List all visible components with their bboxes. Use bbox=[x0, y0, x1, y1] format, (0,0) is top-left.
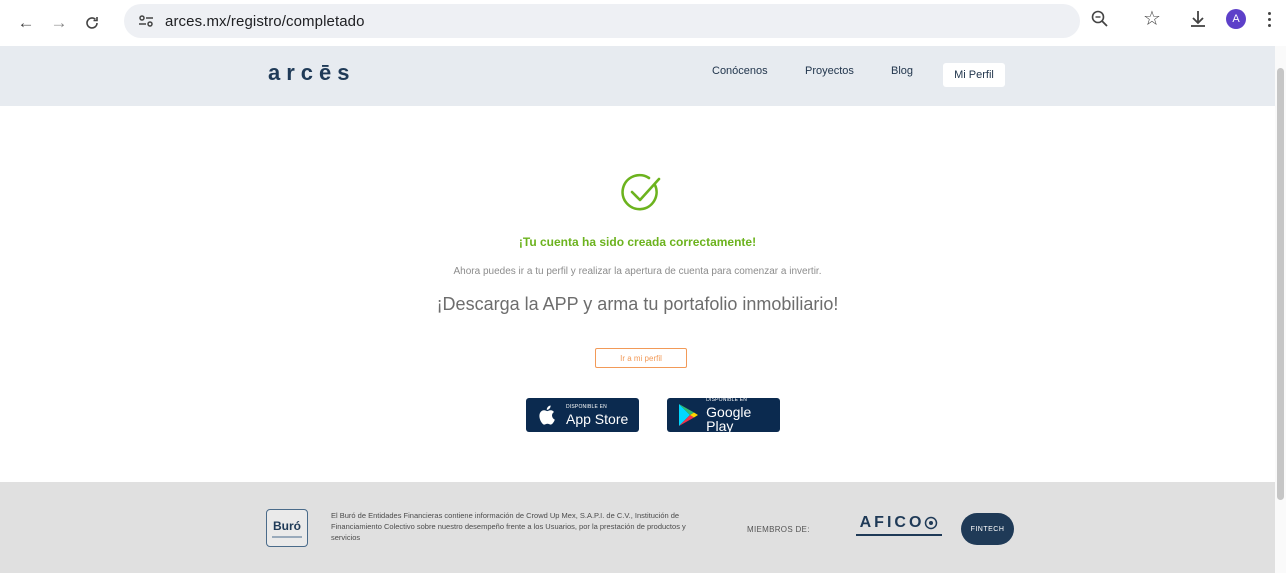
reload-icon[interactable] bbox=[77, 8, 107, 38]
zoom-icon[interactable] bbox=[1089, 8, 1111, 30]
buro-logo-line bbox=[272, 535, 302, 538]
download-icon[interactable] bbox=[1186, 7, 1210, 31]
buro-logo-label: Buró bbox=[273, 518, 301, 533]
kebab-menu-icon[interactable] bbox=[1262, 8, 1276, 30]
site-logo[interactable]: arcēs bbox=[268, 60, 356, 86]
miembros-label: MIEMBROS DE: bbox=[747, 525, 810, 534]
google-play-big-label: Google Play bbox=[706, 403, 752, 434]
fintech-logo[interactable]: FINTECH bbox=[961, 513, 1014, 545]
bookmark-star-icon[interactable]: ☆ bbox=[1140, 6, 1164, 30]
buro-logo[interactable]: Buró bbox=[266, 509, 308, 547]
address-bar[interactable]: arces.mx/registro/completado bbox=[124, 4, 1080, 38]
scrollbar-thumb[interactable] bbox=[1277, 68, 1284, 500]
site-settings-icon[interactable] bbox=[135, 10, 157, 32]
back-arrow-icon[interactable]: ← bbox=[11, 8, 41, 38]
forward-arrow-icon[interactable]: → bbox=[44, 8, 74, 38]
download-app-title: ¡Descarga la APP y arma tu portafolio in… bbox=[436, 294, 839, 314]
url-text[interactable]: arces.mx/registro/completado bbox=[165, 13, 365, 30]
nav-conocenos[interactable]: Conócenos bbox=[712, 65, 768, 77]
google-play-icon bbox=[675, 402, 700, 428]
google-play-small-label: DISPONIBLE EN bbox=[706, 396, 748, 403]
success-title: ¡Tu cuenta ha sido creada correctamente! bbox=[518, 235, 757, 249]
afico-logo[interactable]: AFICO bbox=[856, 514, 942, 542]
nav-proyectos[interactable]: Proyectos bbox=[805, 65, 854, 77]
app-store-big-label: App Store bbox=[566, 410, 629, 427]
success-check-icon bbox=[619, 171, 663, 215]
afico-globe-icon bbox=[925, 516, 938, 530]
nav-mi-perfil-button[interactable]: Mi Perfil bbox=[943, 63, 1005, 87]
success-subtitle: Ahora puedes ir a tu perfil y realizar l… bbox=[453, 266, 822, 277]
google-play-badge[interactable]: DISPONIBLE EN Google Play bbox=[667, 396, 780, 434]
profile-avatar[interactable]: A bbox=[1226, 9, 1246, 29]
afico-logo-label: AFICO bbox=[859, 514, 925, 531]
apple-icon bbox=[534, 402, 560, 428]
browser-toolbar: ← → arces.mx/registro/completado ☆ A bbox=[0, 0, 1286, 46]
app-store-small-label: DISPONIBLE EN bbox=[566, 403, 607, 410]
page-scrollbar[interactable] bbox=[1275, 46, 1286, 573]
buro-disclaimer: El Buró de Entidades Financieras contien… bbox=[331, 511, 686, 542]
app-store-badge[interactable]: DISPONIBLE EN App Store bbox=[526, 398, 639, 432]
site-header: arcēs Conócenos Proyectos Blog Mi Perfil bbox=[0, 46, 1275, 106]
nav-blog[interactable]: Blog bbox=[891, 65, 913, 77]
go-to-profile-button[interactable]: Ir a mi perfil bbox=[595, 348, 687, 368]
afico-underline bbox=[856, 534, 942, 536]
